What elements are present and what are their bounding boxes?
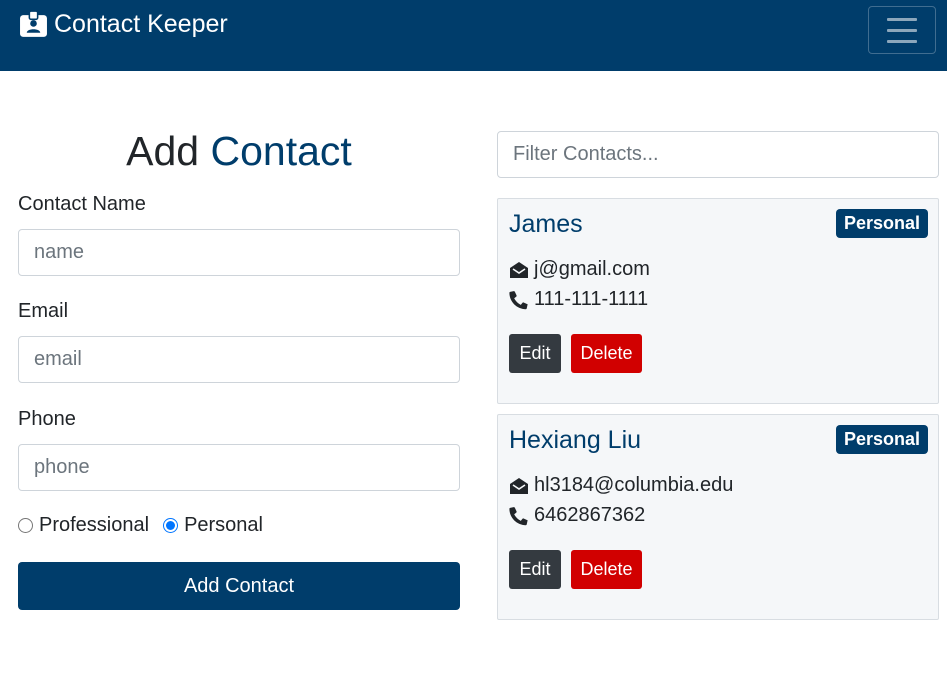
contact-email-row: hl3184@columbia.edu: [509, 474, 733, 497]
contact-name: James: [509, 210, 583, 238]
navbar: Contact Keeper: [0, 0, 947, 71]
contact-name: Hexiang Liu: [509, 426, 642, 454]
name-input[interactable]: [18, 229, 460, 276]
edit-button[interactable]: Edit: [509, 334, 561, 373]
contact-email-row: j@gmail.com: [509, 258, 650, 281]
professional-radio[interactable]: [18, 518, 33, 533]
contact-card: Hexiang Liu Personal hl3184@columbia.edu…: [497, 414, 939, 620]
contact-email: j@gmail.com: [534, 258, 650, 280]
contact-phone-row: 6462867362: [509, 504, 645, 527]
contact-card: James Personal j@gmail.com 111-111-1111 …: [497, 198, 939, 404]
envelope-open-icon: [510, 477, 528, 494]
phone-icon: [509, 506, 528, 525]
delete-button[interactable]: Delete: [571, 334, 642, 373]
delete-button[interactable]: Delete: [571, 550, 642, 589]
form-title-accent: Contact: [210, 128, 352, 174]
envelope-open-icon: [510, 261, 528, 278]
hamburger-icon: [887, 28, 917, 32]
add-contact-button[interactable]: Add Contact: [18, 562, 460, 610]
contact-type-badge: Personal: [835, 425, 928, 454]
contact-type-badge: Personal: [835, 209, 928, 238]
menu-toggle-button[interactable]: [868, 6, 936, 54]
name-label: Contact Name: [18, 193, 146, 215]
email-input[interactable]: [18, 336, 460, 383]
contact-email: hl3184@columbia.edu: [534, 474, 734, 496]
personal-option[interactable]: Personal: [163, 514, 263, 537]
personal-radio[interactable]: [163, 518, 179, 533]
email-label: Email: [18, 300, 69, 322]
hamburger-icon: [887, 17, 917, 21]
hamburger-icon: [887, 39, 917, 43]
contact-phone: 111-111-1111: [534, 288, 649, 310]
contact-phone-row: 111-111-1111: [509, 288, 648, 311]
professional-label: Professional: [39, 514, 150, 536]
brand[interactable]: Contact Keeper: [19, 10, 228, 39]
edit-button[interactable]: Edit: [509, 550, 561, 589]
personal-label: Personal: [184, 514, 263, 536]
form-title-prefix: Add: [126, 128, 200, 174]
contact-type-group: Professional Personal: [18, 514, 277, 537]
id-badge-icon: [20, 10, 47, 37]
brand-text: Contact Keeper: [54, 10, 228, 38]
form-title: Add Contact: [18, 128, 460, 175]
phone-label: Phone: [18, 408, 76, 430]
filter-input[interactable]: [497, 131, 939, 178]
professional-option[interactable]: Professional: [18, 514, 149, 537]
phone-input[interactable]: [18, 444, 460, 491]
contact-phone: 6462867362: [534, 504, 646, 526]
phone-icon: [509, 290, 528, 309]
